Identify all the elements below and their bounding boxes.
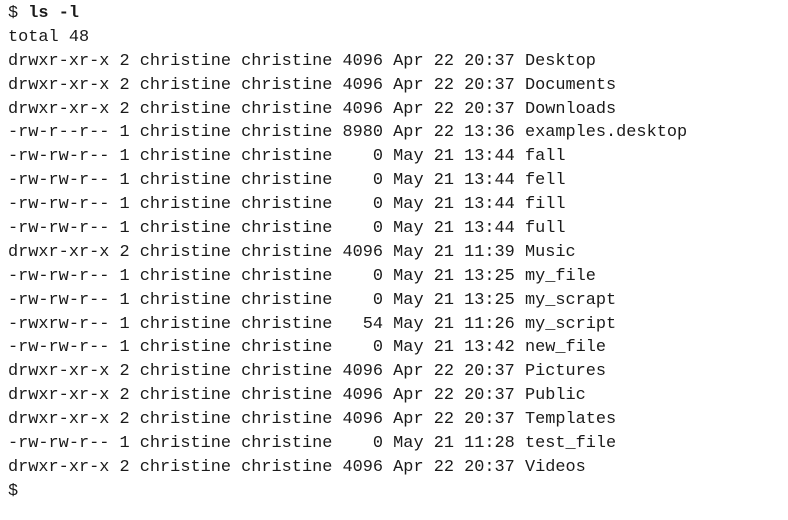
listing-row: -rw-rw-r-- 1 christine christine 0 May 2… (8, 219, 566, 239)
final-prompt: $ (8, 481, 19, 501)
listing-row: -rw-r--r-- 1 christine christine 8980 Ap… (8, 123, 688, 143)
terminal-window[interactable]: $ ls -l total 48 drwxr-xr-x 2 christine … (0, 0, 788, 520)
listing-row: drwxr-xr-x 2 christine christine 4096 Ap… (8, 386, 586, 406)
listing-row: -rw-rw-r-- 1 christine christine 0 May 2… (8, 338, 607, 358)
listing-row: drwxr-xr-x 2 christine christine 4096 Ap… (8, 457, 586, 477)
listing-row: drwxr-xr-x 2 christine christine 4096 Ap… (8, 410, 617, 430)
listing-row: -rw-rw-r-- 1 christine christine 0 May 2… (8, 195, 566, 215)
listing-row: drwxr-xr-x 2 christine christine 4096 Ma… (8, 242, 576, 262)
listing-row: drwxr-xr-x 2 christine christine 4096 Ap… (8, 75, 617, 95)
listing-row: -rw-rw-r-- 1 christine christine 0 May 2… (8, 266, 596, 286)
listing-row: -rw-rw-r-- 1 christine christine 0 May 2… (8, 290, 617, 310)
command-text: ls -l (28, 4, 79, 23)
listing-row: drwxr-xr-x 2 christine christine 4096 Ap… (8, 362, 607, 382)
listing-row: -rw-rw-r-- 1 christine christine 0 May 2… (8, 434, 617, 454)
listing-row: -rwxrw-r-- 1 christine christine 54 May … (8, 314, 617, 334)
prompt: $ (8, 4, 29, 23)
listing-row: -rw-rw-r-- 1 christine christine 0 May 2… (8, 147, 566, 167)
command-line: $ ls -l (8, 2, 788, 26)
listing-row: drwxr-xr-x 2 christine christine 4096 Ap… (8, 51, 596, 71)
listing-row: -rw-rw-r-- 1 christine christine 0 May 2… (8, 171, 566, 191)
listing-output: drwxr-xr-x 2 christine christine 4096 Ap… (8, 50, 788, 480)
total-line: total 48 (8, 27, 90, 47)
prompt-line[interactable]: $ (8, 480, 788, 504)
listing-row: drwxr-xr-x 2 christine christine 4096 Ap… (8, 99, 617, 119)
